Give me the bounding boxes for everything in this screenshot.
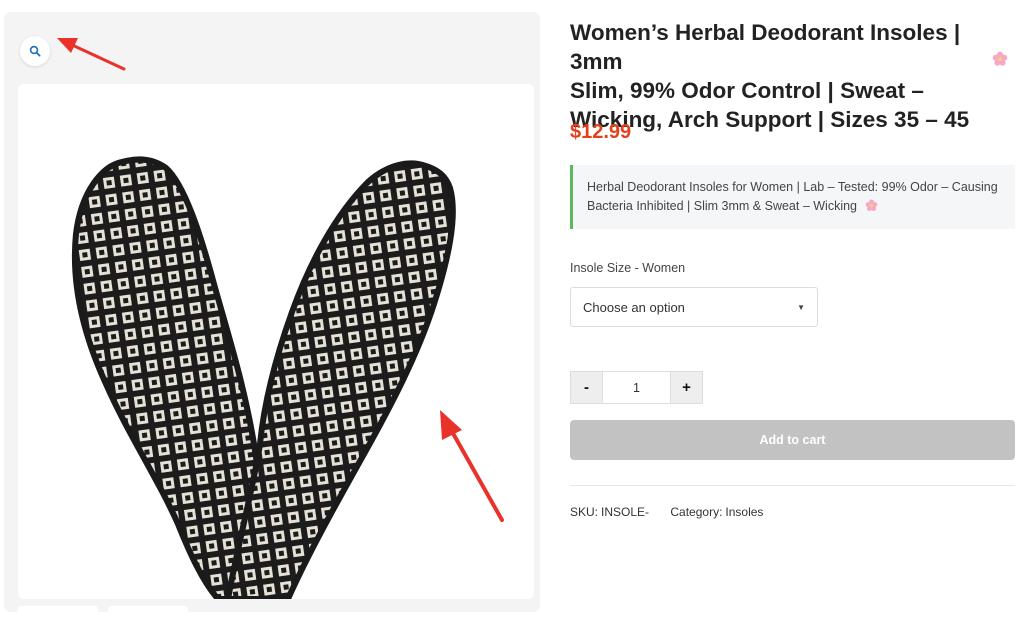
quantity-stepper: - + (570, 371, 703, 404)
chevron-down-icon: ▼ (797, 302, 805, 312)
thumbnail-strip (18, 606, 198, 619)
title-line-2: Slim, 99% Odor Control | Sweat – (570, 78, 924, 103)
product-price: $12.99 (570, 121, 632, 143)
divider (570, 485, 1015, 486)
quantity-plus-button[interactable]: + (670, 371, 703, 404)
product-main-image[interactable] (18, 84, 534, 599)
sku-value: INSOLE- (601, 505, 650, 519)
magnifier-icon (29, 45, 41, 57)
product-title: Women’s Herbal Deodorant Insoles | 3mm S… (570, 18, 985, 134)
thumbnail-1[interactable] (18, 606, 98, 619)
title-line-1: Women’s Herbal Deodorant Insoles | 3mm (570, 20, 961, 74)
insoles-image (71, 156, 456, 599)
size-select[interactable]: Choose an option ▼ (570, 287, 818, 327)
quantity-input[interactable] (603, 371, 670, 404)
quantity-minus-button[interactable]: - (570, 371, 603, 404)
category-label: Category: (670, 505, 723, 519)
sku-info: SKU: INSOLE- (570, 505, 652, 519)
cherry-blossom-icon (865, 199, 878, 218)
size-select-value: Choose an option (583, 299, 685, 315)
sku-label: SKU: (570, 505, 599, 519)
add-to-cart-button[interactable]: Add to cart (570, 420, 1015, 460)
thumbnail-2[interactable] (108, 606, 188, 619)
variation-label: Insole Size - Women (570, 261, 686, 275)
zoom-button[interactable] (20, 36, 50, 66)
product-gallery (4, 12, 540, 619)
category-info: Category: Insoles (670, 505, 763, 519)
short-description: Herbal Deodorant Insoles for Women | Lab… (570, 165, 1015, 229)
cherry-blossom-icon (992, 51, 1008, 72)
short-description-text: Herbal Deodorant Insoles for Women | Lab… (587, 180, 998, 213)
category-link[interactable]: Insoles (725, 505, 763, 519)
product-meta: SKU: INSOLE- Category: Insoles (570, 505, 781, 519)
